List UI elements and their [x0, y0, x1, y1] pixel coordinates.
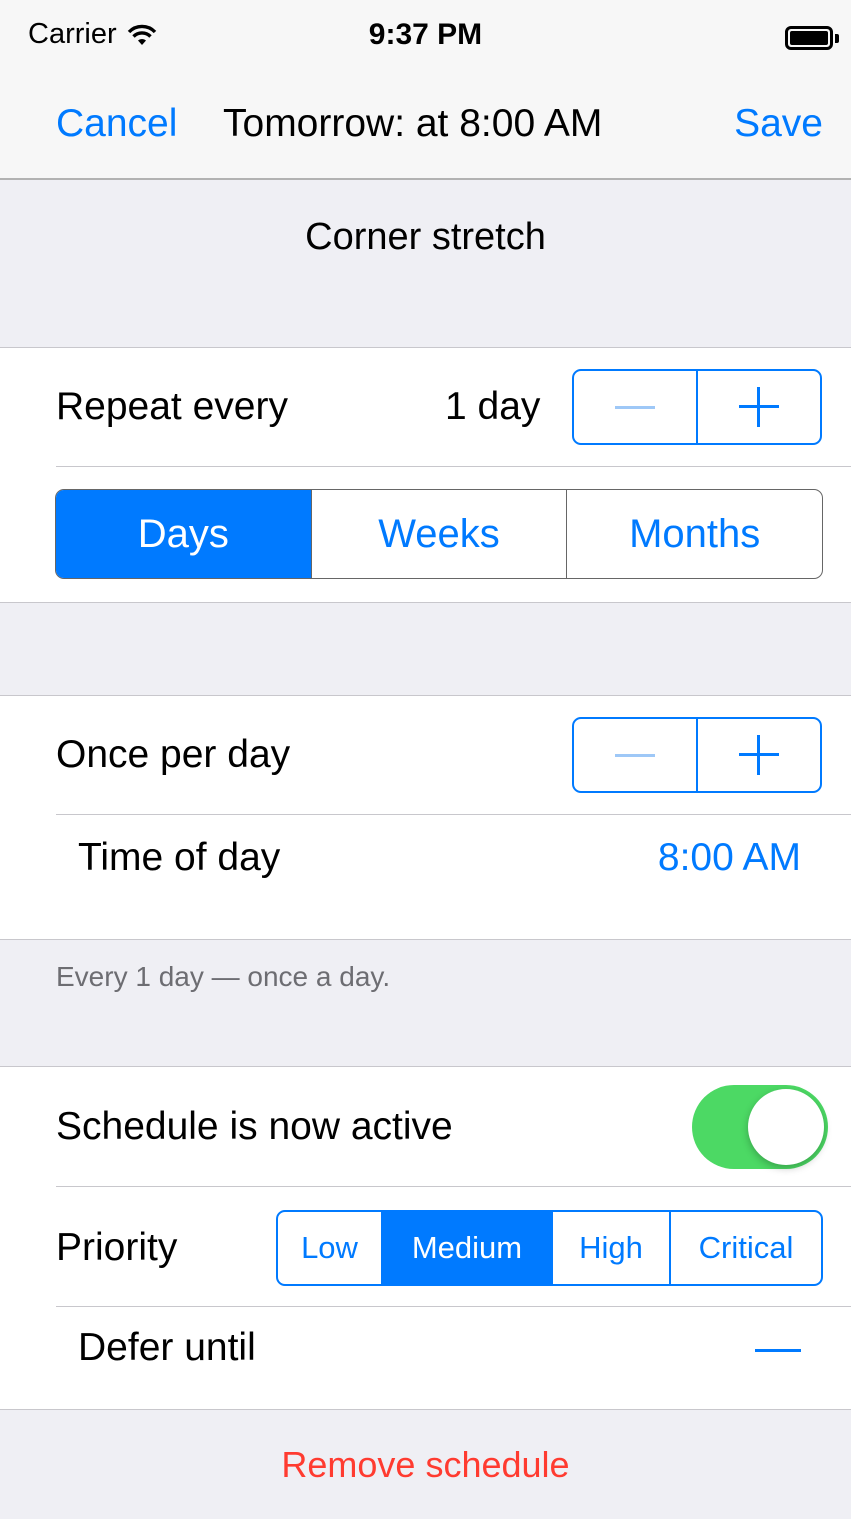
battery-icon	[785, 26, 839, 50]
plus-icon	[739, 735, 779, 775]
frequency-decrement-button[interactable]	[574, 719, 698, 791]
priority-critical[interactable]: Critical	[671, 1212, 821, 1284]
divider	[56, 466, 851, 467]
item-title: Corner stretch	[305, 216, 546, 258]
time-of-day-label: Time of day	[78, 836, 281, 879]
status-bar: Carrier 9:37 PM	[0, 0, 851, 72]
repeat-value: 1 day	[445, 385, 541, 428]
divider	[56, 814, 851, 815]
page-title: Tomorrow: at 8:00 AM	[223, 102, 603, 145]
divider	[56, 1186, 851, 1187]
save-button[interactable]: Save	[734, 102, 823, 146]
priority-high[interactable]: High	[553, 1212, 671, 1284]
priority-low[interactable]: Low	[278, 1212, 381, 1284]
frequency-stepper	[572, 717, 822, 793]
divider	[56, 1306, 851, 1307]
segment-months[interactable]: Months	[566, 490, 822, 578]
navigation-bar: Cancel Tomorrow: at 8:00 AM Save	[0, 72, 851, 180]
frequency-increment-button[interactable]	[698, 719, 820, 791]
priority-label: Priority	[56, 1226, 178, 1269]
repeat-increment-button[interactable]	[698, 371, 820, 443]
cancel-button[interactable]: Cancel	[56, 102, 177, 146]
priority-medium[interactable]: Medium	[381, 1212, 553, 1284]
minus-icon	[615, 405, 655, 409]
toggle-knob	[748, 1089, 824, 1165]
status-time: 9:37 PM	[368, 18, 483, 51]
repeat-unit-segmented-control: Days Weeks Months	[55, 489, 823, 579]
active-label: Schedule is now active	[56, 1105, 453, 1148]
schedule-summary: Every 1 day — once a day.	[56, 961, 391, 992]
segment-weeks[interactable]: Weeks	[310, 490, 567, 578]
repeat-stepper	[572, 369, 822, 445]
time-of-day-value[interactable]: 8:00 AM	[658, 836, 801, 880]
active-toggle[interactable]	[692, 1085, 828, 1169]
plus-icon	[739, 387, 779, 427]
defer-until-value[interactable]	[755, 1349, 801, 1352]
repeat-decrement-button[interactable]	[574, 371, 698, 443]
defer-until-label: Defer until	[78, 1326, 256, 1369]
frequency-label: Once per day	[56, 733, 291, 776]
repeat-label: Repeat every	[56, 385, 288, 428]
priority-segmented-control: Low Medium High Critical	[276, 1210, 823, 1286]
minus-icon	[615, 753, 655, 757]
segment-days[interactable]: Days	[56, 490, 311, 578]
remove-schedule-button[interactable]: Remove schedule	[0, 1444, 851, 1486]
